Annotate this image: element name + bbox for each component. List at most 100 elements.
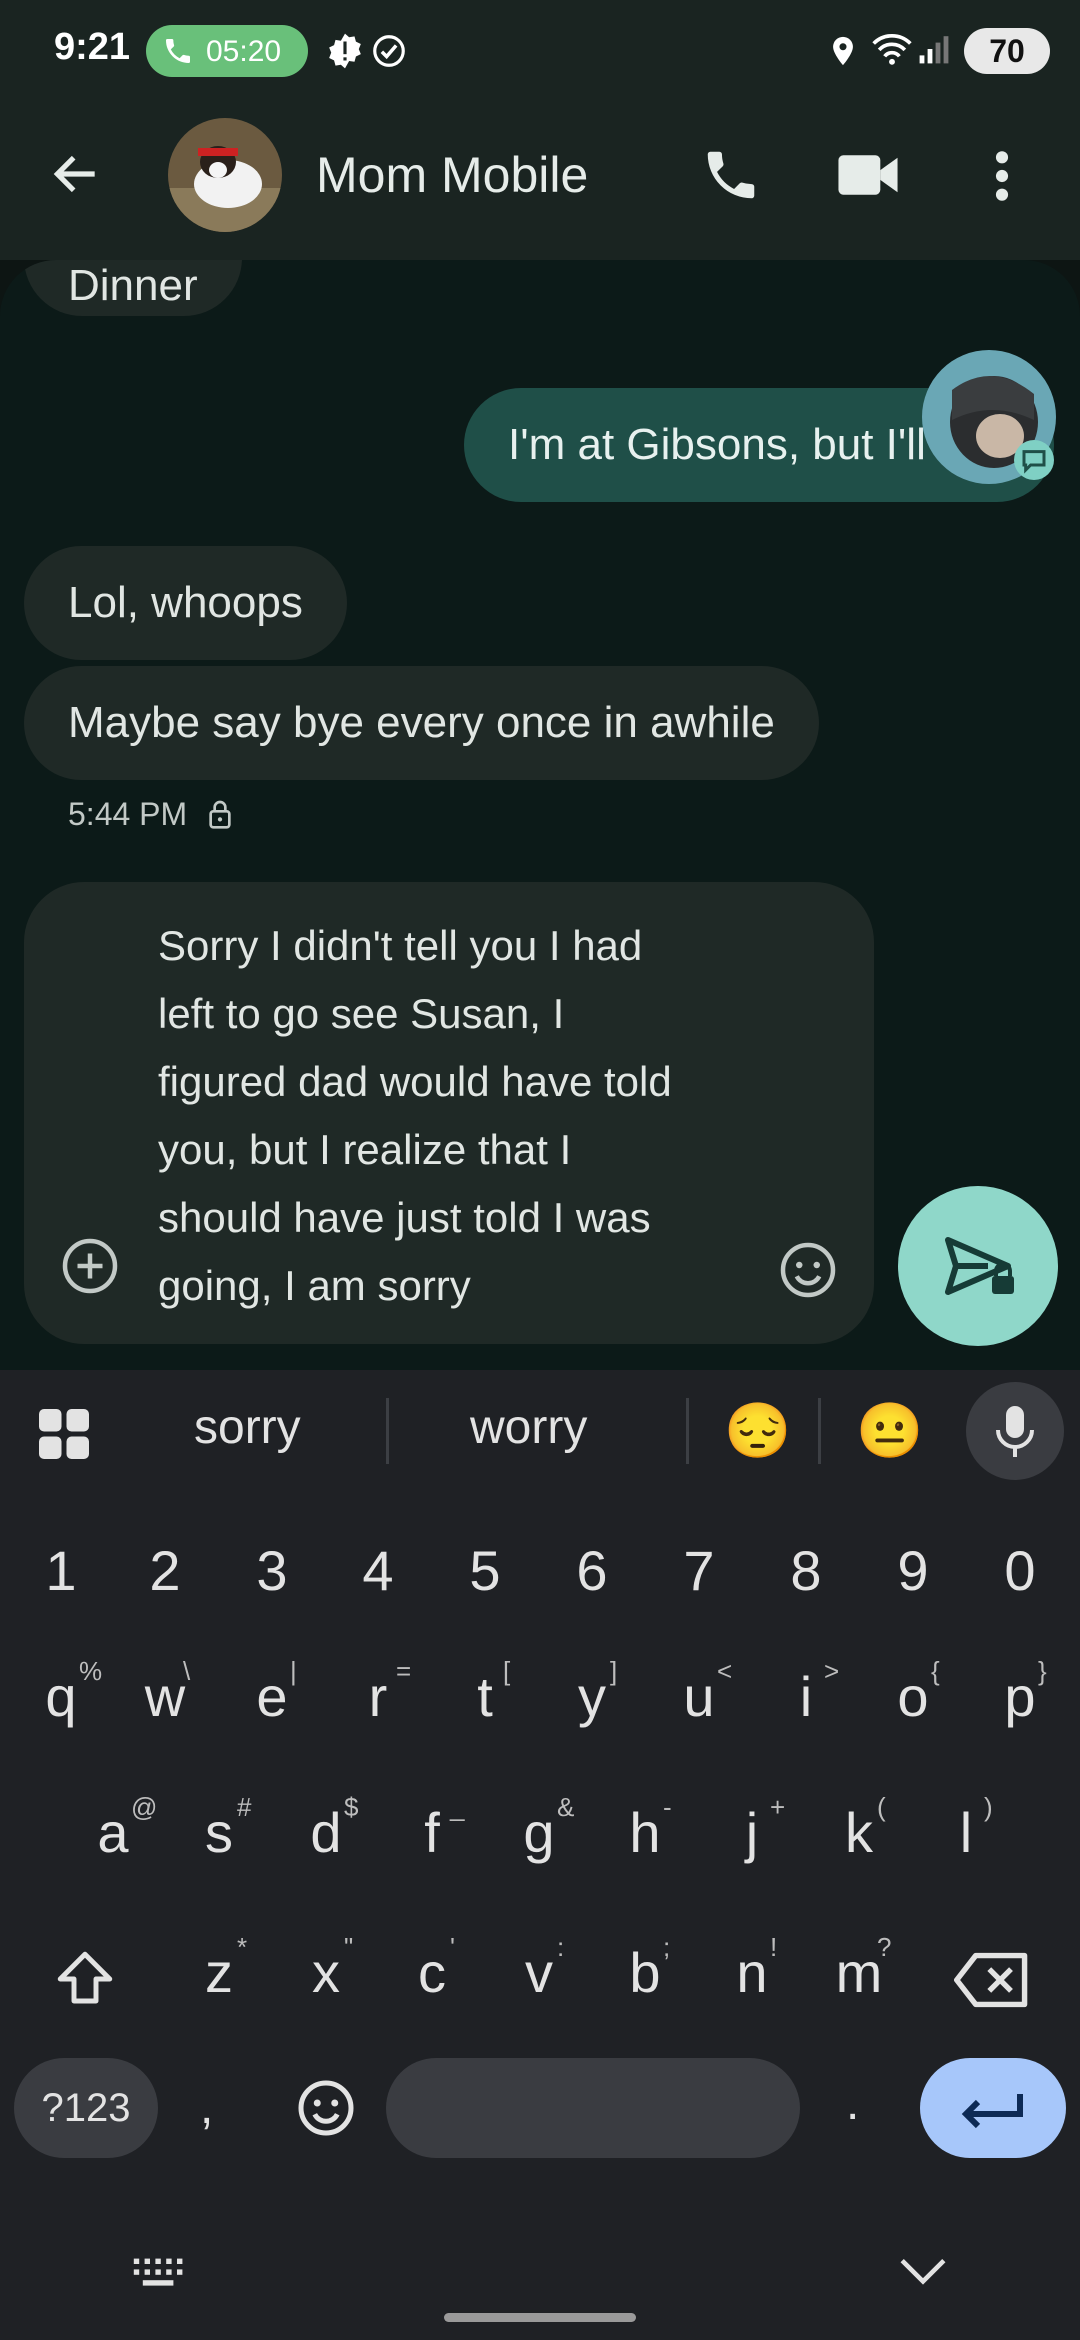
divider: [386, 1398, 389, 1464]
key-hint: #: [237, 1792, 252, 1822]
key-hint: ": [344, 1932, 354, 1962]
compose-line: Sorry I didn't tell you I had: [158, 922, 643, 969]
shift-icon: [57, 1951, 113, 2004]
divider: [686, 1398, 689, 1464]
key[interactable]: k: [814, 1800, 904, 1865]
voice-call-button[interactable]: [700, 144, 762, 211]
key[interactable]: 0: [975, 1538, 1065, 1603]
key-hint: \: [183, 1656, 191, 1686]
more-vert-icon: [995, 151, 1009, 201]
emoji-picker-button[interactable]: [778, 1240, 838, 1305]
send-locked-icon: [945, 1237, 1014, 1295]
key-hint: [: [503, 1656, 511, 1686]
phone-icon: [162, 35, 194, 72]
space-key[interactable]: [386, 2058, 800, 2158]
keyboard-icon: [133, 2258, 183, 2286]
contact-avatar[interactable]: [168, 118, 282, 232]
key-hint: ]: [610, 1656, 618, 1686]
key[interactable]: 1: [16, 1538, 106, 1603]
key[interactable]: l: [921, 1800, 1011, 1865]
key[interactable]: y: [547, 1664, 637, 1729]
video-call-button[interactable]: [836, 150, 900, 205]
key[interactable]: p: [975, 1664, 1065, 1729]
key[interactable]: 8: [761, 1538, 851, 1603]
lock-icon: [206, 798, 234, 835]
emoji-suggestion[interactable]: 😔: [724, 1400, 791, 1463]
key[interactable]: h: [600, 1800, 690, 1865]
key[interactable]: v: [494, 1940, 584, 2005]
keyboard-menu-button[interactable]: [34, 1404, 94, 1469]
status-time: 9:21: [54, 26, 131, 68]
key[interactable]: 9: [868, 1538, 958, 1603]
suggestion[interactable]: worry: [470, 1400, 587, 1455]
incoming-message[interactable]: Maybe say bye every once in awhile: [24, 666, 819, 780]
video-camera-icon: [838, 155, 898, 195]
key[interactable]: w: [120, 1664, 210, 1729]
key[interactable]: o: [868, 1664, 958, 1729]
key[interactable]: x: [281, 1940, 371, 2005]
key[interactable]: 5: [440, 1538, 530, 1603]
emoji-suggestion[interactable]: 😐: [856, 1400, 923, 1463]
suggestion[interactable]: sorry: [194, 1400, 301, 1455]
key[interactable]: 7: [654, 1538, 744, 1603]
hide-keyboard-button[interactable]: [898, 2254, 948, 2293]
location-icon: [826, 32, 860, 75]
key[interactable]: e: [227, 1664, 317, 1729]
enter-arrow-icon: [961, 2094, 1023, 2129]
key-hint: =: [396, 1656, 412, 1686]
key[interactable]: 3: [227, 1538, 317, 1603]
comma-key[interactable]: ,: [200, 2080, 213, 2135]
gesture-navigation-bar[interactable]: [444, 2313, 636, 2322]
back-button[interactable]: [48, 146, 112, 210]
compose-text[interactable]: Sorry I didn't tell you I had left to go…: [158, 912, 758, 1320]
compose-line: should have just told I was: [158, 1194, 651, 1241]
smiley-icon: [298, 2080, 354, 2136]
shift-key[interactable]: [50, 1946, 120, 2017]
key-hint: }: [1038, 1656, 1047, 1686]
incoming-message[interactable]: Dinner: [24, 260, 242, 316]
key-hint: -: [663, 1792, 672, 1822]
key[interactable]: 6: [547, 1538, 637, 1603]
key[interactable]: z: [174, 1940, 264, 2005]
wifi-icon: [870, 30, 914, 73]
ongoing-call-chip[interactable]: 05:20: [146, 25, 308, 77]
compose-line: you, but I realize that I: [158, 1126, 572, 1173]
key-hint: <: [717, 1656, 733, 1686]
key-hint: {: [931, 1656, 940, 1686]
signal-icon: [918, 32, 950, 71]
voice-input-button[interactable]: [966, 1382, 1064, 1480]
smiley-icon: [780, 1242, 836, 1298]
send-button[interactable]: [898, 1186, 1058, 1346]
more-options-button[interactable]: [988, 148, 1016, 209]
chat-bubble-icon: [1014, 440, 1054, 480]
key[interactable]: t: [440, 1664, 530, 1729]
enter-key[interactable]: [920, 2058, 1066, 2158]
compose-line: figured dad would have told: [158, 1058, 672, 1105]
key-hint: _: [450, 1792, 465, 1822]
divider: [818, 1398, 821, 1464]
contact-name: Mom Mobile: [316, 147, 589, 203]
key[interactable]: 2: [120, 1538, 210, 1603]
keyboard-switch-button[interactable]: [132, 2256, 186, 2295]
key-hint: (: [877, 1792, 886, 1822]
key-hint: ): [984, 1792, 993, 1822]
key[interactable]: 4: [333, 1538, 423, 1603]
attach-button[interactable]: [60, 1236, 120, 1301]
microphone-icon: [996, 1406, 1034, 1457]
symbols-key[interactable]: ?123: [14, 2058, 158, 2158]
backspace-key[interactable]: [954, 1950, 1030, 2015]
period-key[interactable]: .: [846, 2076, 859, 2131]
incoming-message[interactable]: Lol, whoops: [24, 546, 347, 660]
key-hint: |: [290, 1656, 297, 1686]
key-hint: ?: [877, 1932, 892, 1962]
emoji-key[interactable]: [296, 2078, 356, 2143]
key[interactable]: c: [387, 1940, 477, 2005]
key[interactable]: b: [600, 1940, 690, 2005]
key-hint: ': [450, 1932, 455, 1962]
message-timestamp: 5:44 PM: [68, 796, 188, 832]
key-hint: +: [770, 1792, 786, 1822]
key[interactable]: n: [707, 1940, 797, 2005]
key-hint: &: [557, 1792, 575, 1822]
call-timer: 05:20: [206, 35, 282, 68]
phone-icon: [707, 151, 755, 199]
